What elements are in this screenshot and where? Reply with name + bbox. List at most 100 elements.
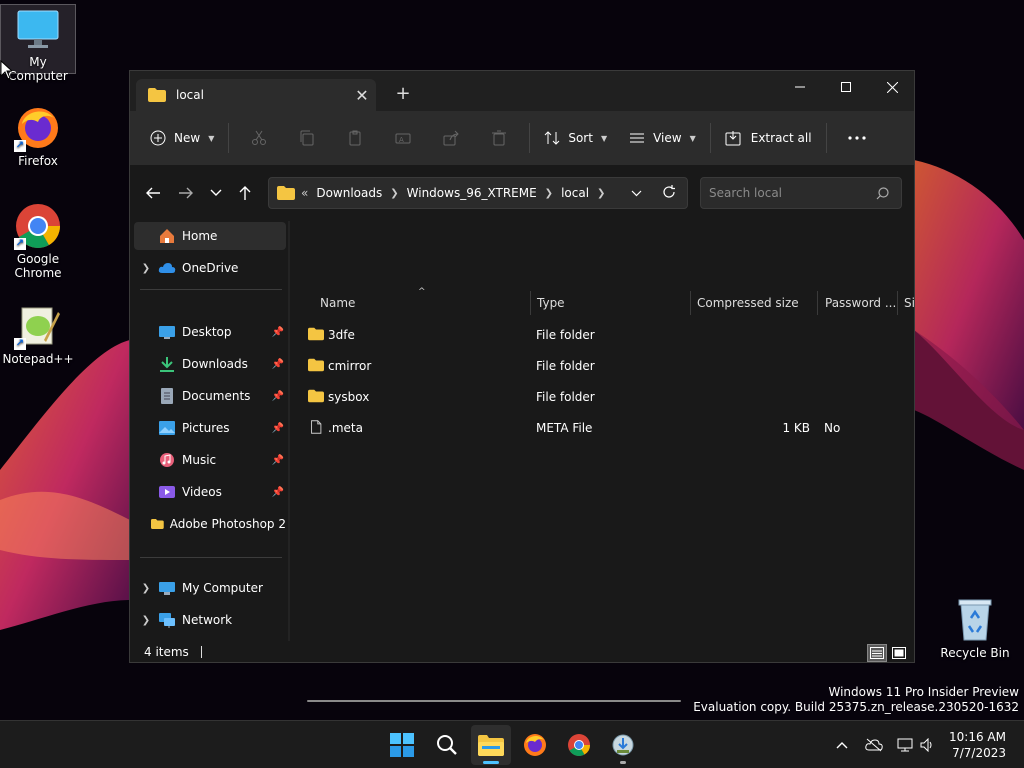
folder-icon: [148, 88, 166, 102]
minimize-button[interactable]: [777, 71, 823, 103]
details-view-icon: [870, 647, 884, 659]
table-row[interactable]: .meta META File 1 KB No: [300, 414, 910, 442]
desktop-icon-firefox[interactable]: ↗ Firefox: [0, 104, 76, 168]
close-window-button[interactable]: [869, 71, 915, 103]
address-bar[interactable]: « Downloads ❯ Windows_96_XTREME ❯ local …: [268, 177, 688, 209]
plus-circle-icon: [150, 130, 166, 146]
trash-icon: [492, 130, 507, 146]
extract-all-button[interactable]: Extract all: [717, 121, 820, 155]
view-button[interactable]: View ▼: [621, 121, 704, 155]
nav-label: Pictures: [182, 421, 230, 435]
delete-button[interactable]: [475, 121, 523, 155]
chevron-down-icon: ▼: [208, 133, 215, 143]
file-icon: [311, 420, 322, 434]
breadcrumb-windows96[interactable]: Windows_96_XTREME: [407, 186, 537, 200]
title-bar[interactable]: local ✕ +: [130, 71, 914, 111]
breadcrumb-separator-icon[interactable]: ❯: [597, 188, 605, 199]
nav-item-adobe-photoshop[interactable]: Adobe Photoshop 2: [134, 510, 286, 538]
document-icon: [161, 388, 173, 404]
desktop-icon-chrome[interactable]: ↗ Google Chrome: [0, 202, 76, 280]
more-options-button[interactable]: [833, 121, 881, 155]
nav-item-home[interactable]: Home: [134, 222, 286, 250]
desktop-icon-notepadpp[interactable]: ↗ Notepad++: [0, 302, 76, 366]
pin-icon[interactable]: 📌: [272, 455, 284, 466]
details-view-toggle[interactable]: [867, 644, 887, 662]
address-history-dropdown[interactable]: [631, 186, 642, 200]
tab-local[interactable]: local ✕: [136, 79, 376, 111]
pin-icon[interactable]: 📌: [272, 391, 284, 402]
desktop-icon-label: Recycle Bin: [940, 646, 1010, 660]
recent-locations-button[interactable]: [205, 183, 227, 203]
new-button[interactable]: New ▼: [142, 121, 222, 155]
nav-item-music[interactable]: Music 📌: [134, 446, 286, 474]
pin-icon[interactable]: 📌: [272, 327, 284, 338]
nav-item-my-computer[interactable]: ❯ My Computer: [134, 574, 286, 602]
breadcrumb-separator-icon[interactable]: ❯: [545, 188, 553, 199]
address-row: « Downloads ❯ Windows_96_XTREME ❯ local …: [130, 165, 914, 221]
nav-item-network[interactable]: ❯ Network: [134, 606, 286, 634]
column-header-password[interactable]: Password ...: [815, 291, 897, 315]
table-row[interactable]: sysbox File folder: [300, 383, 910, 411]
forward-button[interactable]: [175, 183, 197, 203]
file-password: No: [824, 421, 841, 435]
firefox-taskbar-button[interactable]: [515, 725, 555, 765]
rename-icon: A: [395, 133, 411, 144]
expand-chevron-icon[interactable]: ❯: [134, 263, 158, 274]
copy-button[interactable]: [283, 121, 331, 155]
tiles-view-toggle[interactable]: [889, 644, 909, 662]
pin-icon[interactable]: 📌: [272, 487, 284, 498]
search-input[interactable]: [709, 186, 869, 200]
file-compressed-size: 1 KB: [782, 421, 810, 435]
nav-item-videos[interactable]: Videos 📌: [134, 478, 286, 506]
chevron-up-icon: [836, 742, 848, 749]
pin-icon[interactable]: 📌: [272, 359, 284, 370]
file-explorer-window[interactable]: local ✕ + New ▼ A Sort ▼ View ▼ Extract …: [129, 70, 915, 702]
nav-item-onedrive[interactable]: ❯ OneDrive: [134, 254, 286, 282]
extract-icon: [725, 131, 741, 146]
onedrive-tray-icon[interactable]: [864, 735, 884, 755]
up-button[interactable]: [234, 183, 256, 203]
volume-tray-icon[interactable]: [918, 735, 938, 755]
nav-item-desktop[interactable]: Desktop 📌: [134, 318, 286, 346]
nav-label: Network: [182, 613, 233, 627]
table-row[interactable]: cmirror File folder: [300, 352, 910, 380]
nav-item-downloads[interactable]: Downloads 📌: [134, 350, 286, 378]
column-header-type[interactable]: Type: [527, 291, 683, 315]
breadcrumb-separator-icon[interactable]: ❯: [390, 188, 398, 199]
installer-taskbar-button[interactable]: [603, 725, 643, 765]
sort-button[interactable]: Sort ▼: [536, 121, 615, 155]
nav-item-pictures[interactable]: Pictures 📌: [134, 414, 286, 442]
nav-label: Adobe Photoshop 2: [169, 517, 286, 531]
file-explorer-taskbar-button[interactable]: [471, 725, 511, 765]
clock-date: 7/7/2023: [952, 746, 1006, 760]
column-header-size[interactable]: Si: [894, 291, 914, 315]
expand-chevron-icon[interactable]: ❯: [134, 615, 158, 626]
back-button[interactable]: [142, 183, 164, 203]
table-row[interactable]: 3dfe File folder: [300, 321, 910, 349]
maximize-button[interactable]: [823, 71, 869, 103]
horizontal-scrollbar[interactable]: [307, 700, 681, 702]
start-button[interactable]: [382, 725, 422, 765]
expand-chevron-icon[interactable]: ❯: [134, 583, 158, 594]
tab-close-button[interactable]: ✕: [348, 86, 376, 105]
search-box[interactable]: [700, 177, 902, 209]
pin-icon[interactable]: 📌: [272, 423, 284, 434]
share-button[interactable]: [427, 121, 475, 155]
paste-button[interactable]: [331, 121, 379, 155]
system-clock[interactable]: 10:16 AM 7/7/2023: [949, 729, 1006, 761]
rename-button[interactable]: A: [379, 121, 427, 155]
breadcrumb-local[interactable]: local: [561, 186, 589, 200]
breadcrumb-overflow[interactable]: «: [301, 186, 308, 200]
cut-button[interactable]: [235, 121, 283, 155]
column-header-compressed-size[interactable]: Compressed size: [687, 291, 815, 315]
search-taskbar-button[interactable]: [427, 725, 467, 765]
refresh-button[interactable]: [662, 185, 676, 202]
new-tab-button[interactable]: +: [392, 83, 414, 104]
nav-item-documents[interactable]: Documents 📌: [134, 382, 286, 410]
network-tray-icon[interactable]: [896, 735, 916, 755]
breadcrumb-downloads[interactable]: Downloads: [316, 186, 382, 200]
show-hidden-icons-button[interactable]: [832, 735, 852, 755]
chevron-down-icon: ▼: [689, 133, 696, 143]
desktop-icon-recycle-bin[interactable]: Recycle Bin: [937, 596, 1013, 660]
chrome-taskbar-button[interactable]: [559, 725, 599, 765]
